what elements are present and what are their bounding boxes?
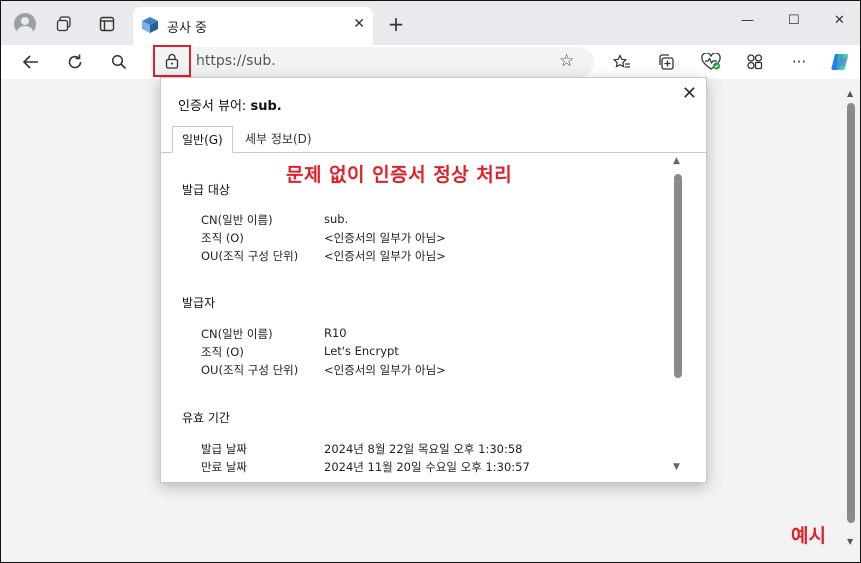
issued-to-ou-label: OU(조직 구성 단위) bbox=[201, 249, 299, 263]
issued-to-ou-value: <인증서의 일부가 아님> bbox=[324, 249, 446, 263]
extensions-icon[interactable] bbox=[744, 52, 766, 72]
lock-icon-highlight[interactable] bbox=[153, 45, 191, 77]
issued-to-cn-label: CN(일반 이름) bbox=[201, 213, 273, 227]
maximize-icon[interactable]: ☐ bbox=[788, 13, 800, 28]
lock-icon bbox=[165, 53, 179, 69]
close-tab-icon[interactable]: ✕ bbox=[353, 16, 365, 32]
issued-date-label: 발급 날짜 bbox=[201, 442, 247, 456]
example-label: 예시 bbox=[791, 525, 826, 547]
minimize-icon[interactable]: — bbox=[741, 13, 754, 28]
section-issued-by-title: 발급자 bbox=[182, 296, 216, 310]
browser-window: 공사 중 ✕ + — ☐ ✕ https://sub. ☆ ··· ▲ ▼ 예시… bbox=[0, 0, 861, 563]
issued-by-o-value: Let's Encrypt bbox=[324, 344, 399, 358]
dialog-scrollbar-thumb[interactable] bbox=[674, 174, 682, 378]
profile-icon[interactable] bbox=[14, 13, 36, 35]
issued-date-value: 2024년 8월 22일 목요일 오후 1:30:58 bbox=[324, 442, 523, 456]
scroll-up-arrow-icon[interactable]: ▲ bbox=[847, 89, 853, 98]
site-favicon-icon bbox=[141, 16, 159, 34]
more-icon[interactable]: ··· bbox=[788, 52, 810, 72]
dialog-scroll-up-icon[interactable]: ▲ bbox=[673, 156, 680, 166]
issued-to-cn-value: sub. bbox=[324, 212, 349, 226]
window-close-icon[interactable]: ✕ bbox=[834, 13, 845, 28]
section-issued-to-title: 발급 대상 bbox=[182, 183, 230, 197]
favorites-icon[interactable] bbox=[611, 52, 633, 72]
certificate-viewer-dialog: 인증서 뷰어: sub. ✕ 일반(G) 세부 정보(D) 문제 없이 인증서 … bbox=[160, 77, 707, 483]
refresh-icon[interactable] bbox=[63, 50, 87, 74]
favorite-icon[interactable]: ☆ bbox=[559, 51, 574, 71]
dialog-title-prefix: 인증서 뷰어: bbox=[178, 99, 251, 114]
page-scrollbar-thumb[interactable] bbox=[847, 103, 855, 523]
issued-to-o-label: 조직 (O) bbox=[201, 231, 244, 245]
dialog-close-icon[interactable]: ✕ bbox=[682, 83, 697, 104]
tab-general[interactable]: 일반(G) bbox=[172, 126, 233, 153]
copilot-icon[interactable] bbox=[829, 52, 851, 72]
dialog-scrollbar[interactable]: ▲ ▼ bbox=[673, 156, 683, 475]
issued-by-ou-value: <인증서의 일부가 아님> bbox=[324, 363, 446, 377]
expiry-date-label: 만료 날짜 bbox=[201, 460, 247, 474]
new-tab-icon[interactable]: + bbox=[385, 12, 407, 36]
browser-essentials-icon[interactable] bbox=[700, 52, 722, 72]
dialog-tabs: 일반(G) 세부 정보(D) bbox=[161, 126, 706, 153]
collections-icon[interactable] bbox=[655, 52, 677, 72]
expiry-date-value: 2024년 11월 20일 수요일 오후 1:30:57 bbox=[324, 460, 530, 474]
title-bar: 공사 중 ✕ + — ☐ ✕ bbox=[1, 1, 860, 45]
url-text[interactable]: https://sub. bbox=[196, 53, 276, 69]
tab-title: 공사 중 bbox=[167, 21, 208, 36]
issued-by-cn-label: CN(일반 이름) bbox=[201, 327, 273, 341]
issued-by-cn-value: R10 bbox=[324, 326, 347, 340]
section-validity-title: 유효 기간 bbox=[182, 411, 230, 425]
page-scrollbar[interactable]: ▲ ▼ bbox=[846, 89, 856, 551]
issued-to-o-value: <인증서의 일부가 아님> bbox=[324, 231, 446, 245]
dialog-title-host: sub. bbox=[250, 99, 282, 114]
dialog-scroll-down-icon[interactable]: ▼ bbox=[673, 462, 680, 472]
workspaces-icon[interactable] bbox=[53, 13, 75, 35]
back-icon[interactable] bbox=[19, 50, 43, 74]
annotation-note: 문제 없이 인증서 정상 처리 bbox=[286, 164, 513, 186]
tab-actions-icon[interactable] bbox=[96, 13, 118, 35]
active-tab[interactable]: 공사 중 ✕ bbox=[133, 7, 373, 45]
scroll-down-arrow-icon[interactable]: ▼ bbox=[847, 537, 853, 546]
issued-by-o-label: 조직 (O) bbox=[201, 345, 244, 359]
navigation-toolbar: https://sub. ☆ ··· bbox=[1, 45, 860, 79]
tab-details[interactable]: 세부 정보(D) bbox=[236, 126, 321, 151]
search-icon[interactable] bbox=[107, 50, 131, 74]
dialog-title: 인증서 뷰어: sub. bbox=[178, 95, 282, 114]
issued-by-ou-label: OU(조직 구성 단위) bbox=[201, 363, 299, 377]
